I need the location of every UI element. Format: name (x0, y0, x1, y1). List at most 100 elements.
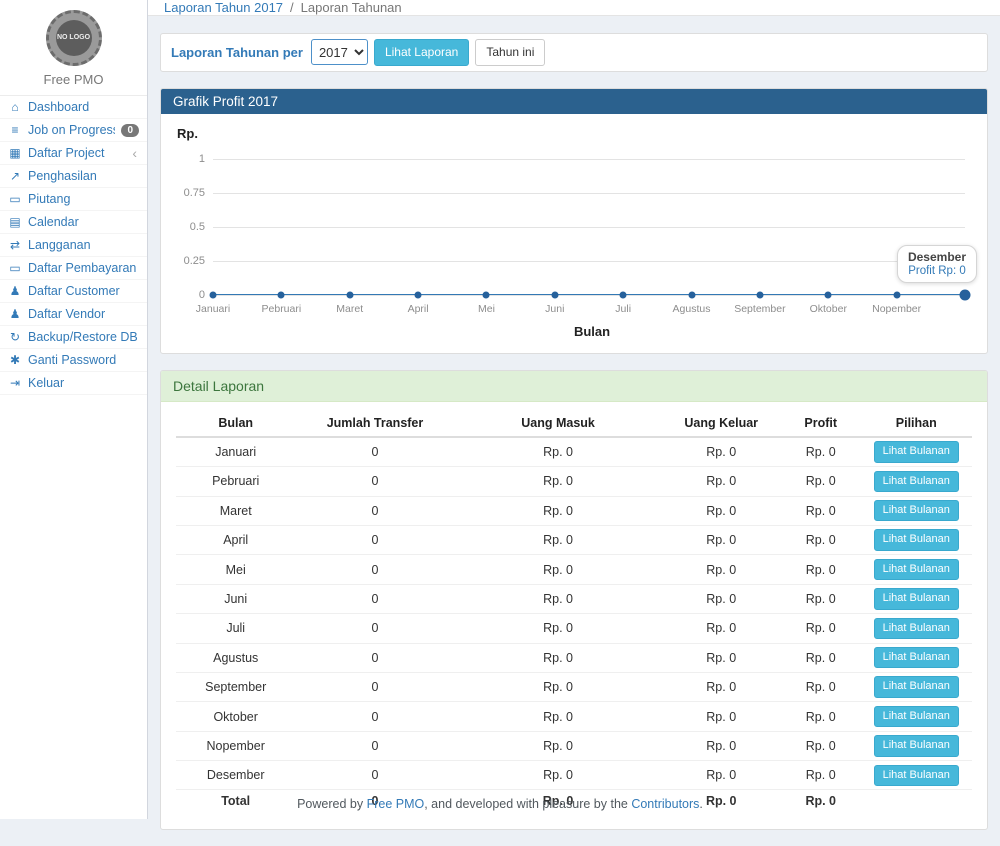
lihat-bulanan-button[interactable]: Lihat Bulanan (874, 676, 959, 697)
lihat-bulanan-button[interactable]: Lihat Bulanan (874, 471, 959, 492)
breadcrumb: Laporan Tahun 2017 / Laporan Tahunan (148, 0, 1000, 16)
cell-profit: Rp. 0 (781, 614, 861, 643)
sidebar-item-label: Ganti Password (28, 353, 139, 367)
cell-uang-keluar: Rp. 0 (662, 584, 781, 613)
cell-jumlah-transfer: 0 (295, 643, 454, 672)
table-header-row: Bulan Jumlah Transfer Uang Masuk Uang Ke… (176, 410, 972, 437)
x-tick-label: September (734, 303, 785, 315)
chart-point[interactable] (551, 291, 558, 298)
lihat-bulanan-button[interactable]: Lihat Bulanan (874, 647, 959, 668)
sidebar-item-daftar-pembayaran[interactable]: ▭ Daftar Pembayaran (0, 257, 147, 280)
sidebar-item-keluar[interactable]: ⇥ Keluar (0, 372, 147, 395)
chart-line (213, 159, 965, 295)
tahun-ini-button[interactable]: Tahun ini (475, 39, 545, 66)
chart-point[interactable] (893, 291, 900, 298)
sidebar-item-ganti-password[interactable]: ✱ Ganti Password (0, 349, 147, 372)
sidebar-item-daftar-vendor[interactable]: ♟ Daftar Vendor (0, 303, 147, 326)
profit-chart-panel: Grafik Profit 2017 Rp. 10.750.50.250 Des… (160, 88, 988, 354)
table-row: Maret 0 Rp. 0 Rp. 0 Rp. 0 Lihat Bulanan (176, 496, 972, 525)
cell-uang-keluar: Rp. 0 (662, 555, 781, 584)
column-header: Uang Keluar (662, 410, 781, 437)
sidebar-item-label: Dashboard (28, 100, 139, 114)
sidebar-item-calendar[interactable]: ▤ Calendar (0, 211, 147, 234)
cell-uang-masuk: Rp. 0 (455, 584, 662, 613)
cell-uang-masuk: Rp. 0 (455, 731, 662, 760)
cell-month: Maret (176, 496, 295, 525)
detail-panel-title: Detail Laporan (161, 371, 987, 402)
y-axis-label: Rp. (177, 126, 971, 141)
lihat-bulanan-button[interactable]: Lihat Bulanan (874, 735, 959, 756)
cell-profit: Rp. 0 (781, 467, 861, 496)
cell-month: Oktober (176, 702, 295, 731)
chart-point[interactable] (483, 291, 490, 298)
breadcrumb-link[interactable]: Laporan Tahun 2017 (164, 0, 283, 15)
cell-profit: Rp. 0 (781, 584, 861, 613)
cell-month: Pebruari (176, 467, 295, 496)
sidebar: NO LOGO Free PMO ⌂ Dashboard ≡ Job on Pr… (0, 0, 148, 819)
filter-panel: Laporan Tahunan per 2017 Lihat Laporan T… (160, 33, 988, 72)
cell-profit: Rp. 0 (781, 672, 861, 701)
cell-uang-keluar: Rp. 0 (662, 672, 781, 701)
sidebar-item-daftar-project[interactable]: ▦ Daftar Project ‹ (0, 142, 147, 165)
logo-area: NO LOGO Free PMO (0, 0, 147, 96)
profit-chart[interactable]: 10.750.50.250 Desember Profit Rp: 0 (213, 159, 965, 295)
x-tick-label: Maret (336, 303, 363, 315)
lihat-bulanan-button[interactable]: Lihat Bulanan (874, 529, 959, 550)
sidebar-item-piutang[interactable]: ▭ Piutang (0, 188, 147, 211)
tooltip-value: Profit Rp: 0 (908, 265, 966, 277)
chart-point[interactable] (278, 291, 285, 298)
cell-jumlah-transfer: 0 (295, 614, 454, 643)
chart-point[interactable] (688, 291, 695, 298)
lihat-bulanan-button[interactable]: Lihat Bulanan (874, 588, 959, 609)
lihat-bulanan-button[interactable]: Lihat Bulanan (874, 559, 959, 580)
cell-action: Lihat Bulanan (861, 614, 972, 643)
lihat-bulanan-button[interactable]: Lihat Bulanan (874, 500, 959, 521)
year-select[interactable]: 2017 (311, 39, 368, 65)
chart-point[interactable] (756, 291, 763, 298)
cell-month: Agustus (176, 643, 295, 672)
lihat-bulanan-button[interactable]: Lihat Bulanan (874, 618, 959, 639)
sidebar-item-label: Daftar Project (28, 146, 126, 160)
table-body: Januari 0 Rp. 0 Rp. 0 Rp. 0 Lihat Bulana… (176, 437, 972, 790)
chart-point[interactable] (620, 291, 627, 298)
cell-uang-keluar: Rp. 0 (662, 614, 781, 643)
table-row: September 0 Rp. 0 Rp. 0 Rp. 0 Lihat Bula… (176, 672, 972, 701)
free-pmo-link[interactable]: Free PMO (367, 797, 425, 811)
sidebar-item-dashboard[interactable]: ⌂ Dashboard (0, 96, 147, 119)
cell-month: September (176, 672, 295, 701)
chart-point[interactable] (415, 291, 422, 298)
footer-text: , and developed with pleasure by the (424, 797, 631, 811)
cell-jumlah-transfer: 0 (295, 731, 454, 760)
lihat-laporan-button[interactable]: Lihat Laporan (374, 39, 469, 66)
table-row: Desember 0 Rp. 0 Rp. 0 Rp. 0 Lihat Bulan… (176, 761, 972, 790)
cell-uang-masuk: Rp. 0 (455, 437, 662, 467)
table-icon: ▦ (8, 146, 22, 160)
cell-profit: Rp. 0 (781, 761, 861, 790)
contributors-link[interactable]: Contributors (631, 797, 699, 811)
sidebar-item-penghasilan[interactable]: ↗ Penghasilan (0, 165, 147, 188)
sidebar-item-langganan[interactable]: ⇄ Langganan (0, 234, 147, 257)
lihat-bulanan-button[interactable]: Lihat Bulanan (874, 441, 959, 462)
chart-point[interactable] (960, 289, 971, 300)
y-tick-label: 0.75 (184, 187, 213, 199)
sidebar-item-daftar-customer[interactable]: ♟ Daftar Customer (0, 280, 147, 303)
tooltip-title: Desember (908, 250, 966, 264)
chart-point[interactable] (210, 291, 217, 298)
cell-uang-masuk: Rp. 0 (455, 525, 662, 554)
table-row: Mei 0 Rp. 0 Rp. 0 Rp. 0 Lihat Bulanan (176, 555, 972, 584)
cell-uang-keluar: Rp. 0 (662, 761, 781, 790)
footer-text: . (699, 797, 702, 811)
sidebar-item-backup-restore-db[interactable]: ↻ Backup/Restore DB (0, 326, 147, 349)
y-tick-label: 1 (199, 153, 213, 165)
lihat-bulanan-button[interactable]: Lihat Bulanan (874, 765, 959, 786)
chart-point[interactable] (346, 291, 353, 298)
cell-profit: Rp. 0 (781, 496, 861, 525)
cell-uang-masuk: Rp. 0 (455, 672, 662, 701)
chart-point[interactable] (825, 291, 832, 298)
sidebar-item-job-on-progress[interactable]: ≡ Job on Progress 0 (0, 119, 147, 142)
lihat-bulanan-button[interactable]: Lihat Bulanan (874, 706, 959, 727)
sidebar-item-label: Keluar (28, 376, 139, 390)
footer-text: Powered by (297, 797, 366, 811)
sidebar-item-label: Calendar (28, 215, 139, 229)
dashboard-icon: ⌂ (8, 100, 22, 114)
